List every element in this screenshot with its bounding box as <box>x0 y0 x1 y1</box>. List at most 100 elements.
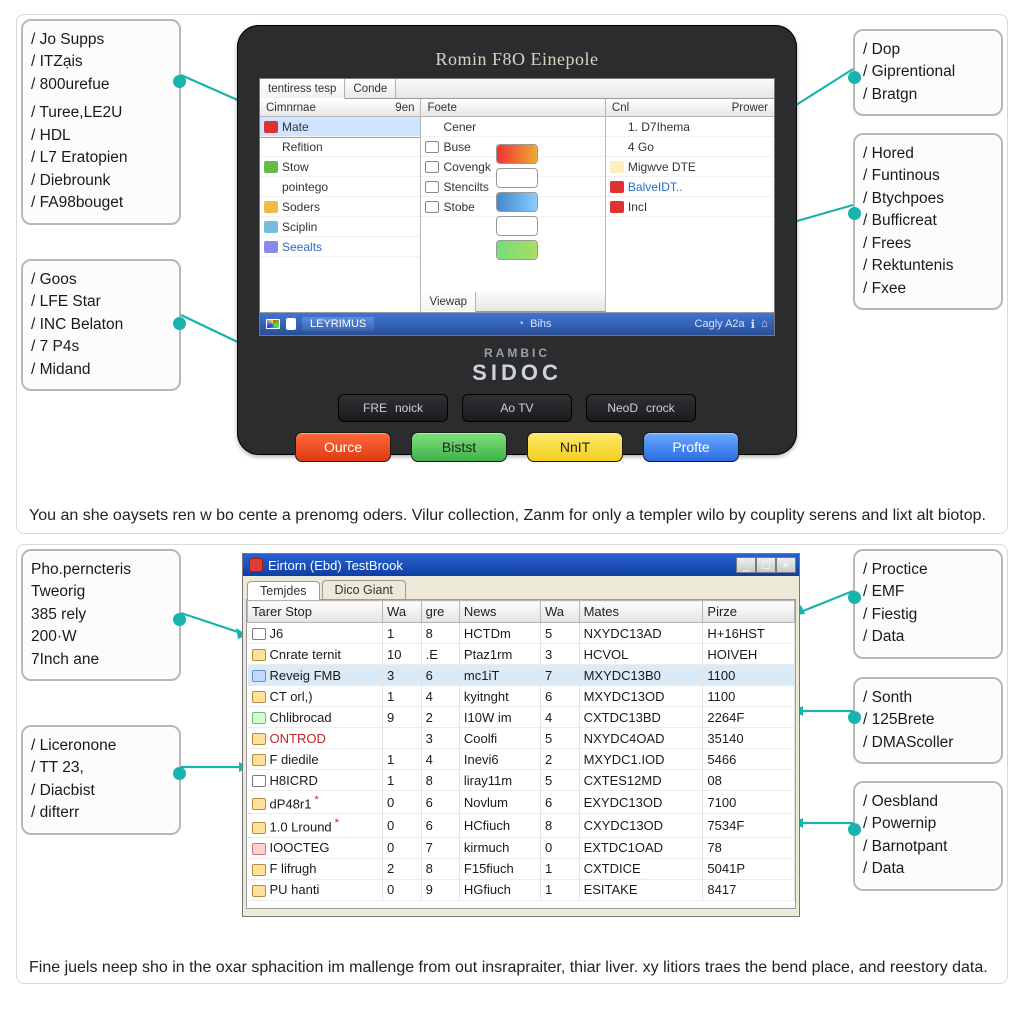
table-row[interactable]: CT orl,)14kyitnght6MXYDC13OD1100 <box>248 686 795 707</box>
window-titlebar[interactable]: Eirtorn (Ebd) TestBrook _ □ × <box>243 554 799 576</box>
column-header[interactable]: Mates <box>579 601 703 623</box>
tab-2[interactable]: Conde <box>345 79 396 98</box>
table-row[interactable]: dP48r1 *06Novlum6EXYDC13OD7100 <box>248 791 795 814</box>
red-button[interactable]: Ource <box>295 432 391 462</box>
taskbar-app[interactable]: LEYRIMUS <box>302 317 374 331</box>
win-tab-1[interactable]: Temjdes <box>247 581 320 600</box>
list-item[interactable]: pointego <box>260 177 420 197</box>
table-cell: 10 <box>383 644 422 665</box>
table-cell: 0 <box>383 879 422 900</box>
table-cell: 4 <box>540 707 579 728</box>
callout2-bot-right: Oesbland Powernip Barnotpant Data <box>853 781 1003 891</box>
yellow-button[interactable]: NnIT <box>527 432 623 462</box>
table-cell: 5041P <box>703 858 795 879</box>
callout2-bot-left: Liceronone TT 23, Diacbist difterr <box>21 725 181 835</box>
list-item[interactable]: BalveIDT.. <box>606 177 774 197</box>
table-row[interactable]: PU hanti09HGfiuch1ESITAKE8417 <box>248 879 795 900</box>
table-cell: PU hanti <box>248 879 383 900</box>
table-row[interactable]: Cnrate ternit10.EPtaz1rm3HCVOLHOIVEH <box>248 644 795 665</box>
table-cell: ONTROD <box>248 728 383 749</box>
list-item[interactable]: Stow <box>260 157 420 177</box>
list-item[interactable]: Migwve DTE <box>606 157 774 177</box>
column-header[interactable]: Wa <box>383 601 422 623</box>
list-item[interactable]: Mate <box>260 117 420 137</box>
table-cell: 6 <box>421 665 459 686</box>
column-header[interactable]: gre <box>421 601 459 623</box>
table-cell: F15fiuch <box>459 858 540 879</box>
table-cell: mc1iT <box>459 665 540 686</box>
start-icon[interactable] <box>266 319 280 329</box>
list-item[interactable]: 4 Go <box>606 137 774 157</box>
sub-tab[interactable]: Viewap <box>421 292 476 312</box>
column-header[interactable]: Wa <box>540 601 579 623</box>
table-cell: 35140 <box>703 728 795 749</box>
table-cell: J6 <box>248 623 383 644</box>
list-item[interactable]: IncI <box>606 197 774 217</box>
list-item[interactable]: Stencilts <box>421 177 604 197</box>
close-button[interactable]: × <box>776 557 796 573</box>
file-icon <box>252 798 266 810</box>
table-cell: HOIVEH <box>703 644 795 665</box>
hard-button-1[interactable]: FREnoick <box>338 394 448 422</box>
top-caption: You an she oaysets ren w bo cente a pren… <box>29 506 995 527</box>
table-row[interactable]: ONTROD3Coolfi5NXYDC4OAD35140 <box>248 728 795 749</box>
table-cell: 8417 <box>703 879 795 900</box>
win-tab-2[interactable]: Dico Giant <box>322 580 406 599</box>
list-item[interactable]: 1. D7Ihema <box>606 117 774 137</box>
device-logo: RAMBIC SIDOC <box>259 346 775 386</box>
table-cell: 0 <box>540 837 579 858</box>
file-icon <box>252 843 266 855</box>
hard-button-3[interactable]: NeoDcrock <box>586 394 696 422</box>
hard-button-2[interactable]: Ao TV <box>462 394 572 422</box>
file-icon <box>252 864 266 876</box>
list-item[interactable]: Sciplin <box>260 217 420 237</box>
table-cell: 1 <box>540 858 579 879</box>
table-cell: 1 <box>540 879 579 900</box>
table-row[interactable]: H8ICRD18liray11m5CXTES12MD08 <box>248 770 795 791</box>
maximize-button[interactable]: □ <box>756 557 776 573</box>
green-button[interactable]: Bistst <box>411 432 507 462</box>
list-item[interactable]: Cener <box>421 117 604 137</box>
pane-middle: Foete Cener Buse Covengk Stencilts Stobe… <box>421 99 605 312</box>
table-row[interactable]: Reveig FMB36mc1iT7MXYDC13B01100 <box>248 665 795 686</box>
table-cell: 8 <box>540 814 579 837</box>
table-row[interactable]: F diedile14Inevi62MXYDC1.IOD5466 <box>248 749 795 770</box>
table-cell: 6 <box>540 791 579 814</box>
table-cell: .E <box>421 644 459 665</box>
list-item[interactable]: Seealts <box>260 237 420 257</box>
device-screen[interactable]: tentiress tesp Conde Cimnrnae9en Mate Re… <box>259 78 775 336</box>
table-cell: Reveig FMB <box>248 665 383 686</box>
table-row[interactable]: F lifrugh28F15fiuch1CXTDICE5041P <box>248 858 795 879</box>
minimize-button[interactable]: _ <box>736 557 756 573</box>
callout2-top-left: Pho.perncteris Tweorig 385 rely 200·W 7I… <box>21 549 181 681</box>
table-row[interactable]: IOOCTEG07kirmuch0EXTDC1OAD78 <box>248 837 795 858</box>
table-cell: 2 <box>540 749 579 770</box>
callout-mid-right: Hored Funtinous Btychpoes Bufficreat Fre… <box>853 133 1003 310</box>
list-item[interactable]: Buse <box>421 137 604 157</box>
table-row[interactable]: J618HCTDm5NXYDC13ADH+16HST <box>248 623 795 644</box>
table-row[interactable]: Chlibrocad92I10W im4CXTDC13BD2264F <box>248 707 795 728</box>
list-item[interactable]: Covengk <box>421 157 604 177</box>
list-item[interactable]: Soders <box>260 197 420 217</box>
tab-1[interactable]: tentiress tesp <box>260 79 345 99</box>
column-header[interactable]: Pirze <box>703 601 795 623</box>
table-row[interactable]: 1.0 Lround *06HCfiuch8CXYDC13OD7534F <box>248 814 795 837</box>
data-grid[interactable]: Tarer StopWagreNewsWaMatesPirze J618HCTD… <box>247 600 795 901</box>
file-icon <box>252 649 266 661</box>
table-cell: liray11m <box>459 770 540 791</box>
list-item[interactable]: Stobe <box>421 197 604 217</box>
screen-tabs: tentiress tesp Conde <box>260 79 774 99</box>
table-cell: Inevi6 <box>459 749 540 770</box>
file-icon <box>252 754 266 766</box>
table-cell: Cnrate ternit <box>248 644 383 665</box>
file-icon <box>252 775 266 787</box>
list-item[interactable]: Refition <box>260 137 420 157</box>
column-header[interactable]: Tarer Stop <box>248 601 383 623</box>
table-cell: NXYDC4OAD <box>579 728 703 749</box>
table-cell: F diedile <box>248 749 383 770</box>
table-cell: ESITAKE <box>579 879 703 900</box>
table-cell: 6 <box>421 791 459 814</box>
callout-mid-left: Goos LFE Star INC Belaton 7 P4s Midand <box>21 259 181 391</box>
blue-button[interactable]: Profte <box>643 432 739 462</box>
column-header[interactable]: News <box>459 601 540 623</box>
